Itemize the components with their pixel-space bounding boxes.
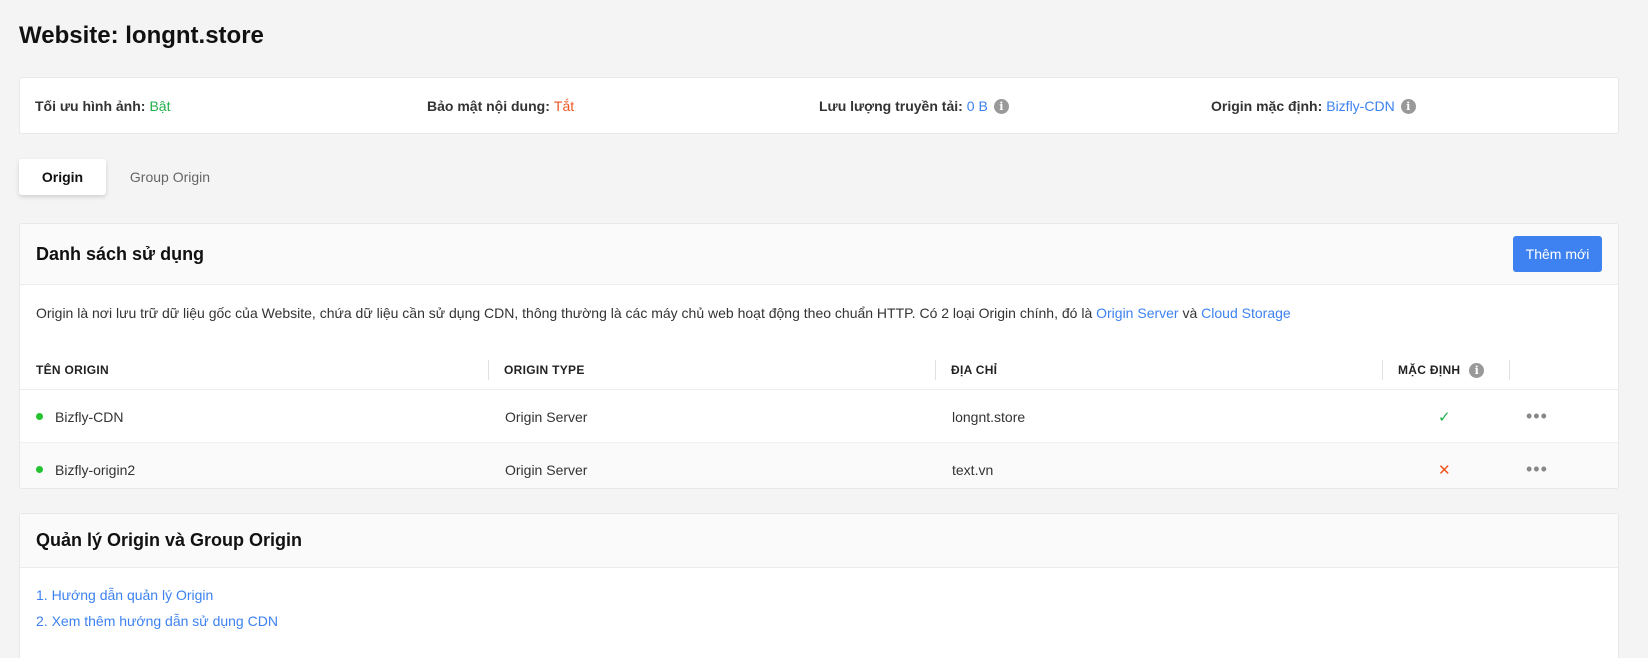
origin-address: text.vn — [952, 461, 994, 478]
stat-value[interactable]: Bizfly-CDN — [1326, 98, 1394, 114]
cloud-storage-link[interactable]: Cloud Storage — [1201, 305, 1291, 321]
origin-list-card: Danh sách sử dụng Thêm mới Origin là nơi… — [19, 223, 1619, 489]
stat-value: Bật — [149, 98, 171, 114]
guide-link-cdn-usage[interactable]: 2. Xem thêm hướng dẫn sử dụng CDN — [36, 613, 278, 629]
card-header: Quản lý Origin và Group Origin — [20, 514, 1618, 568]
origin-server-link[interactable]: Origin Server — [1096, 305, 1178, 321]
column-divider — [1509, 360, 1510, 380]
origin-name: Bizfly-origin2 — [55, 461, 136, 478]
guide-link-manage-origin[interactable]: 1. Hướng dẫn quản lý Origin — [36, 587, 213, 603]
tab-origin[interactable]: Origin — [19, 159, 106, 195]
origin-name: Bizfly-CDN — [55, 408, 124, 425]
origin-name-cell: Bizfly-origin2 — [36, 443, 136, 488]
info-icon[interactable]: i — [1469, 362, 1485, 378]
origin-type: Origin Server — [505, 461, 588, 478]
column-divider — [488, 360, 489, 380]
more-horizontal-icon[interactable]: ••• — [1526, 443, 1548, 488]
origin-description: Origin là nơi lưu trữ dữ liệu gốc của We… — [36, 305, 1291, 321]
origin-type: Origin Server — [505, 408, 588, 425]
column-header-type: ORIGIN TYPE — [504, 363, 585, 377]
column-divider — [935, 360, 936, 380]
website-stats-card: Tối ưu hình ảnh: Bật Bảo mật nội dung: T… — [19, 77, 1619, 134]
column-header-address: ĐỊA CHỈ — [951, 363, 998, 377]
table-header: TÊN ORIGIN ORIGIN TYPE ĐỊA CHỈ MẶC ĐỊNH … — [20, 350, 1618, 390]
stat-label: Tối ưu hình ảnh: — [35, 98, 146, 114]
stat-label: Origin mặc định: — [1211, 98, 1323, 114]
origin-address: longnt.store — [952, 408, 1026, 425]
stat-image-optimization: Tối ưu hình ảnh: Bật — [35, 98, 170, 114]
stat-content-security: Bảo mật nội dung: Tắt — [427, 98, 574, 114]
status-dot-icon — [36, 413, 43, 420]
add-new-button[interactable]: Thêm mới — [1513, 236, 1602, 272]
guide-card: Quản lý Origin và Group Origin 1. Hướng … — [19, 513, 1619, 658]
stat-label: Lưu lượng truyền tải: — [819, 98, 963, 114]
more-horizontal-icon[interactable]: ••• — [1526, 390, 1548, 443]
column-divider — [1382, 360, 1383, 380]
stat-value: Tắt — [553, 98, 575, 114]
page-title: Website: longnt.store — [19, 22, 264, 49]
description-text: Origin là nơi lưu trữ dữ liệu gốc của We… — [36, 305, 1097, 321]
stat-value: 0 B — [966, 98, 988, 114]
column-header-default-label: MẶC ĐỊNH — [1398, 363, 1461, 377]
section-title: Danh sách sử dụng — [36, 244, 205, 264]
stat-default-origin: Origin mặc định: Bizfly-CDN i — [1211, 98, 1416, 114]
column-header-default: MẶC ĐỊNH i — [1398, 350, 1485, 390]
section-title: Quản lý Origin và Group Origin — [36, 530, 303, 550]
card-header: Danh sách sử dụng Thêm mới — [20, 224, 1618, 285]
table-row[interactable]: Bizfly-CDN Origin Server longnt.store ✓ … — [20, 390, 1618, 443]
column-header-name: TÊN ORIGIN — [36, 363, 110, 377]
status-dot-icon — [36, 466, 43, 473]
table-row[interactable]: Bizfly-origin2 Origin Server text.vn ✕ •… — [20, 443, 1618, 488]
info-icon[interactable]: i — [993, 98, 1009, 114]
info-icon[interactable]: i — [1400, 98, 1416, 114]
close-icon: ✕ — [1438, 461, 1451, 479]
tab-group-origin[interactable]: Group Origin — [112, 159, 228, 195]
stat-bandwidth: Lưu lượng truyền tải: 0 B i — [819, 98, 1009, 114]
description-text: và — [1178, 305, 1202, 321]
check-icon: ✓ — [1438, 408, 1451, 426]
stat-label: Bảo mật nội dung: — [427, 98, 550, 114]
origin-name-cell: Bizfly-CDN — [36, 390, 123, 443]
